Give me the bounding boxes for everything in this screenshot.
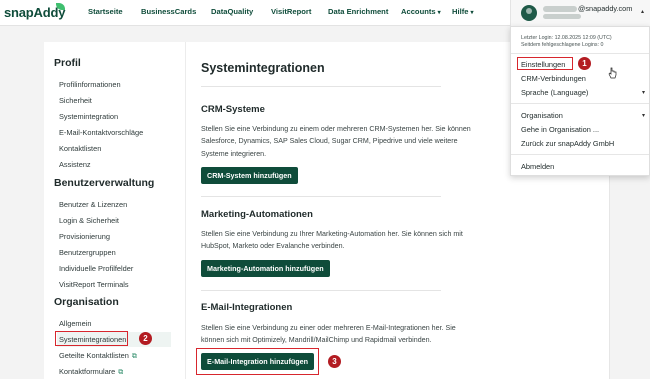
sidebar-heading-benutzerverwaltung: Benutzerverwaltung (54, 177, 155, 189)
chevron-down-icon: ▾ (470, 10, 474, 16)
nav-hilfe[interactable]: Hilfe ▾ (452, 7, 473, 16)
sidebar-item-sicherheit[interactable]: Sicherheit (59, 96, 92, 105)
chevron-up-icon: ▴ (640, 9, 644, 15)
sidebar-item-profilinformationen[interactable]: Profilinformationen (59, 80, 121, 89)
redacted-text (543, 6, 577, 13)
section-text-email: Stellen Sie eine Verbindung zu einer ode… (201, 324, 456, 345)
nav-dataquality[interactable]: DataQuality (211, 7, 253, 16)
section-heading-email: E-Mail-Integrationen (201, 302, 293, 313)
highlight-systemintegrationen (55, 331, 128, 346)
add-crm-system-button[interactable]: CRM-System hinzufügen (201, 167, 298, 184)
sidebar-heading-organisation: Organisation (54, 296, 119, 308)
chevron-down-icon: ▾ (641, 90, 645, 96)
menu-item-gehe-in-organisation[interactable]: Gehe in Organisation ... (521, 125, 599, 134)
sidebar-item-allgemein[interactable]: Allgemein (59, 319, 91, 328)
sidebar-item-label: Kontaktformulare (59, 367, 116, 376)
sidebar-item-benutzergruppen[interactable]: Benutzergruppen (59, 248, 116, 257)
step-marker-1: 1 (578, 57, 591, 70)
nav-startseite[interactable]: Startseite (88, 7, 123, 16)
section-divider (201, 290, 441, 291)
nav-accounts-label: Accounts (401, 7, 436, 16)
sidebar-item-label: Geteilte Kontaktlisten (59, 351, 129, 360)
external-link-icon: ⧉ (118, 369, 124, 376)
menu-divider (511, 53, 649, 54)
nav-hilfe-label: Hilfe (452, 7, 469, 16)
menu-item-zurueck-snapaddy[interactable]: Zurück zur snapAddy GmbH (521, 139, 614, 148)
section-text-marketing: Stellen Sie eine Verbindung zu Ihrer Mar… (201, 230, 463, 251)
title-divider (201, 86, 441, 87)
hand-cursor-icon (608, 67, 617, 79)
user-email: @snapaddy.com (543, 4, 632, 13)
menu-divider (511, 103, 649, 104)
settings-sidebar: Profil Profilinformationen Sicherheit Sy… (44, 42, 186, 379)
chevron-down-icon: ▾ (437, 10, 441, 16)
section-heading-crm: CRM-Systeme (201, 104, 265, 115)
user-menu-toggle[interactable]: @snapaddy.com ▴ (510, 0, 650, 26)
menu-item-abmelden[interactable]: Abmelden (521, 162, 554, 171)
nav-visitreport[interactable]: VisitReport (271, 7, 311, 16)
last-login-info: Letzter Login: 12.08.2025 12:09 (UTC) (521, 35, 612, 41)
sidebar-item-login-sicherheit[interactable]: Login & Sicherheit (59, 216, 119, 225)
user-email-domain: @snapaddy.com (578, 4, 633, 13)
highlight-email-integration-button (196, 348, 319, 375)
sidebar-item-geteilte-kontaktlisten[interactable]: Geteilte Kontaktlisten ⧉ (59, 351, 137, 361)
sidebar-item-benutzer-lizenzen[interactable]: Benutzer & Lizenzen (59, 200, 127, 209)
user-dropdown-menu: Letzter Login: 12.08.2025 12:09 (UTC) Se… (510, 26, 650, 176)
menu-item-organisation[interactable]: Organisation (521, 111, 563, 120)
failed-logins-info: Seitdem fehlgeschlagene Logins: 0 (521, 42, 604, 48)
sidebar-item-provisionierung[interactable]: Provisionierung (59, 232, 110, 241)
page-title: Systemintegrationen (201, 61, 325, 75)
sidebar-item-visitreport-terminals[interactable]: VisitReport Terminals (59, 280, 129, 289)
menu-divider (511, 154, 649, 155)
avatar (521, 5, 537, 21)
section-text-crm: Stellen Sie eine Verbindung zu einem ode… (201, 125, 471, 158)
redacted-text (543, 14, 581, 19)
sidebar-item-kontaktlisten[interactable]: Kontaktlisten (59, 144, 101, 153)
sidebar-heading-profil: Profil (54, 57, 81, 69)
sidebar-item-email-kontaktvorschlaege[interactable]: E-Mail-Kontaktvorschläge (59, 128, 143, 137)
external-link-icon: ⧉ (131, 353, 137, 360)
nav-data-enrichment[interactable]: Data Enrichment (328, 7, 388, 16)
step-marker-3: 3 (328, 355, 341, 368)
nav-accounts[interactable]: Accounts ▾ (401, 7, 441, 16)
sidebar-item-profilfelder[interactable]: Individuelle Profilfelder (59, 264, 133, 273)
highlight-einstellungen (517, 57, 573, 70)
menu-item-crm-verbindungen[interactable]: CRM-Verbindungen (521, 74, 586, 83)
step-marker-2: 2 (139, 332, 152, 345)
chevron-down-icon: ▾ (641, 113, 645, 119)
menu-item-sprache[interactable]: Sprache (Language) (521, 88, 588, 97)
sidebar-item-kontaktformulare[interactable]: Kontaktformulare ⧉ (59, 367, 123, 377)
nav-businesscards[interactable]: BusinessCards (141, 7, 196, 16)
section-heading-marketing: Marketing-Automationen (201, 209, 313, 220)
section-divider (201, 196, 441, 197)
add-marketing-automation-button[interactable]: Marketing-Automation hinzufügen (201, 260, 330, 277)
sidebar-item-systemintegration[interactable]: Systemintegration (59, 112, 118, 121)
sidebar-item-assistenz[interactable]: Assistenz (59, 160, 91, 169)
